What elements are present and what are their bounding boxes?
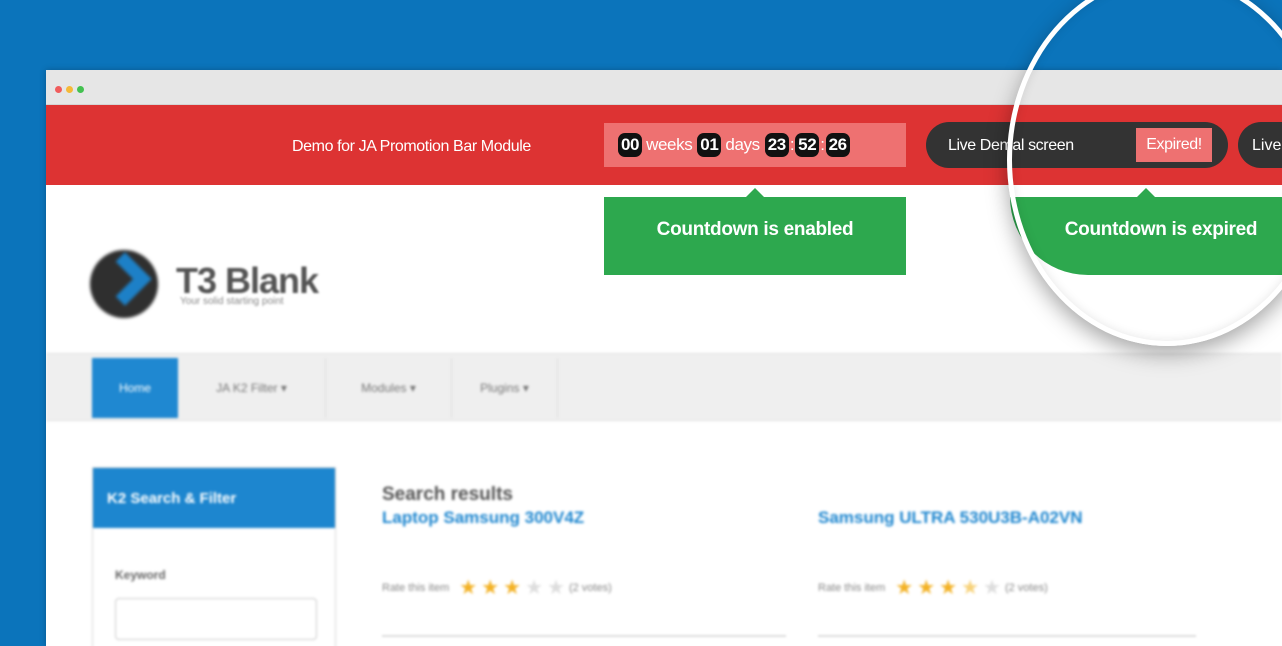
keyword-input[interactable]	[115, 598, 317, 640]
sidebar-title: K2 Search & Filter	[93, 468, 335, 528]
countdown-minutes: 52	[795, 133, 820, 157]
star-icon[interactable]: ★	[895, 575, 913, 600]
nav-ja-k2-filter[interactable]: JA K2 Filter ▾	[178, 358, 326, 418]
countdown-expired-tooltip: Countdown is expired	[1010, 188, 1282, 275]
browser-window: Demo for JA Promotion Bar Module 00 week…	[46, 70, 1282, 646]
vote-count: (2 votes)	[568, 581, 612, 594]
minimize-window-icon[interactable]	[66, 86, 73, 93]
promotion-bar: Demo for JA Promotion Bar Module 00 week…	[46, 105, 1282, 185]
site-logo-icon[interactable]	[90, 250, 158, 318]
rate-this-item-label: Rate this item	[382, 581, 450, 594]
countdown-days-label: days	[725, 135, 760, 154]
result-divider	[818, 635, 1196, 637]
star-icon[interactable]: ★	[939, 575, 957, 600]
countdown-separator: :	[789, 135, 795, 154]
live-demo-button[interactable]: Live Demal screen Expired!	[926, 122, 1228, 168]
rate-this-item-label: Rate this item	[818, 581, 886, 594]
live-demo-label: Live Demal screen	[948, 137, 1074, 154]
result-item-title[interactable]: Laptop Samsung 300V4Z	[382, 508, 584, 528]
star-icon[interactable]: ★	[503, 575, 521, 600]
star-empty-icon[interactable]: ★	[547, 575, 565, 600]
countdown-timer: 00 weeks 01 days 23 : 52 : 26	[604, 123, 906, 167]
browser-titlebar	[46, 70, 1282, 105]
star-half-icon[interactable]: ★	[961, 575, 979, 600]
live-demo-label-2: Live	[1252, 137, 1282, 154]
star-icon[interactable]: ★	[481, 575, 499, 600]
countdown-weeks: 00	[618, 133, 643, 157]
promo-text: Demo for JA Promotion Bar Module	[292, 138, 531, 155]
star-icon[interactable]: ★	[917, 575, 935, 600]
star-icon[interactable]: ★	[459, 575, 477, 600]
nav-plugins[interactable]: Plugins ▾	[452, 358, 558, 418]
countdown-days: 01	[697, 133, 722, 157]
rating-widget: Rate this item ★ ★ ★ ★ ★ (2 votes)	[818, 575, 1058, 600]
countdown-weeks-label: weeks	[646, 135, 693, 154]
expired-badge: Expired!	[1136, 128, 1212, 162]
maximize-window-icon[interactable]	[77, 86, 84, 93]
star-empty-icon[interactable]: ★	[525, 575, 543, 600]
countdown-enabled-tooltip: Countdown is enabled	[604, 188, 906, 275]
countdown-separator: :	[820, 135, 825, 154]
countdown-seconds: 26	[825, 133, 850, 157]
result-item-title[interactable]: Samsung ULTRA 530U3B-A02VN	[818, 508, 1083, 528]
site-logo-subtitle: Your solid starting point	[180, 296, 284, 307]
nav-home[interactable]: Home	[92, 358, 178, 418]
countdown-hours: 23	[764, 133, 789, 157]
result-divider	[382, 635, 786, 637]
star-empty-icon[interactable]: ★	[983, 575, 1001, 600]
k2-search-filter-panel: K2 Search & Filter Keyword	[92, 467, 336, 646]
search-results-title: Search results	[382, 484, 513, 505]
nav-modules[interactable]: Modules ▾	[326, 358, 452, 418]
keyword-label: Keyword	[115, 568, 166, 582]
main-navigation: Home JA K2 Filter ▾ Modules ▾ Plugins ▾	[46, 353, 1282, 421]
live-demo-button-2[interactable]: Live	[1238, 122, 1282, 168]
vote-count: (2 votes)	[1004, 581, 1048, 594]
close-window-icon[interactable]	[55, 86, 62, 93]
rating-widget: Rate this item ★ ★ ★ ★ ★ (2 votes)	[382, 575, 622, 600]
